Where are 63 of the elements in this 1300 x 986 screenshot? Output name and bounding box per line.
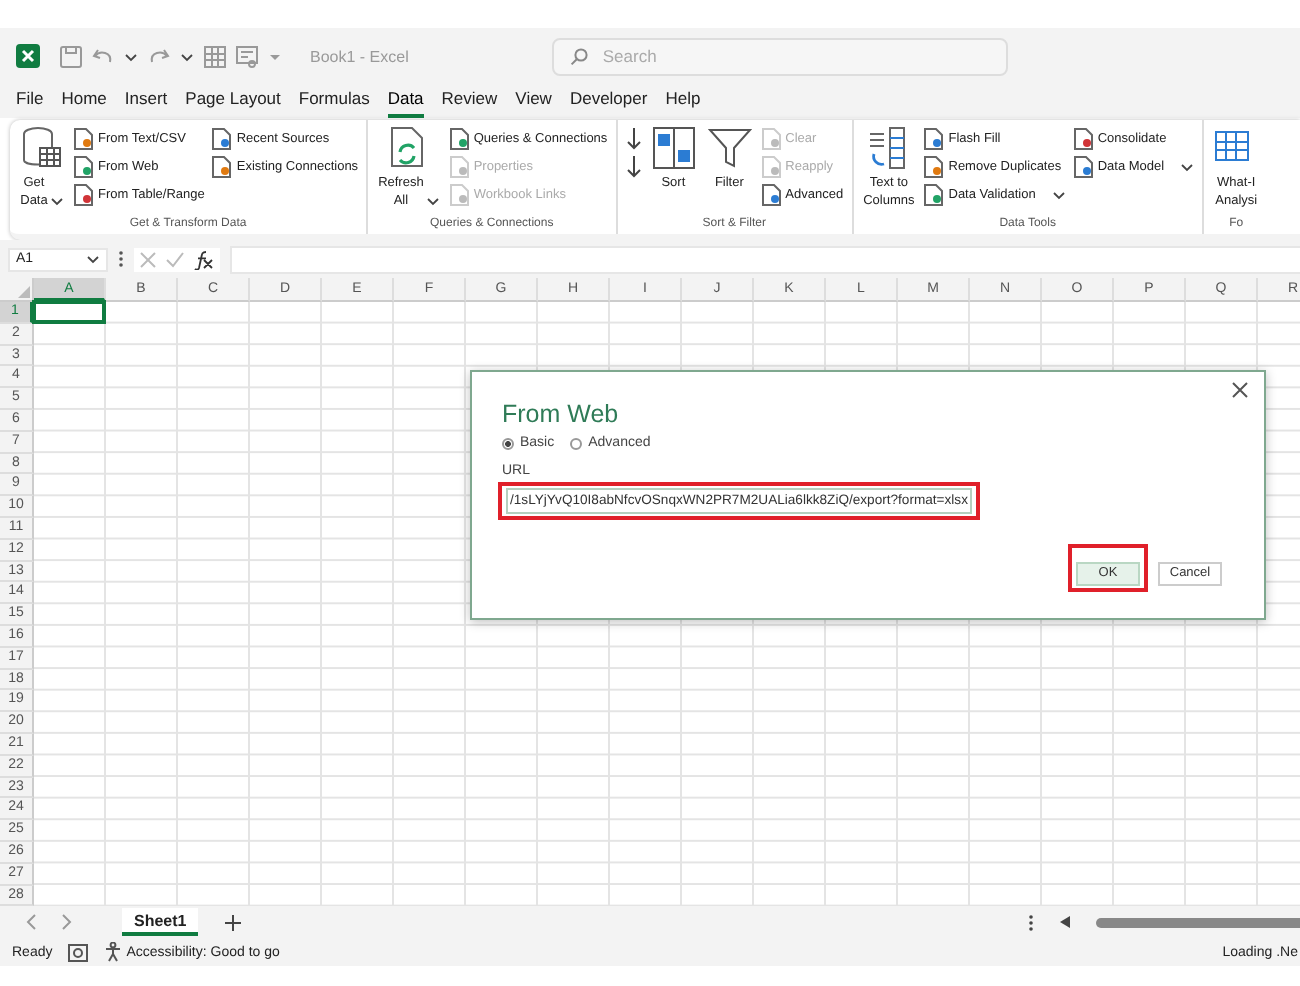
scrollbar-thumb[interactable] xyxy=(1096,917,1300,928)
document-icon xyxy=(449,127,470,149)
dots-icon[interactable] xyxy=(118,250,124,268)
macro-record-icon[interactable] xyxy=(68,943,89,962)
form-icon[interactable] xyxy=(236,45,258,67)
scroll-left-icon[interactable] xyxy=(1060,916,1070,929)
caret-icon xyxy=(180,51,194,61)
caret-icon xyxy=(86,254,100,264)
redo-icon[interactable] xyxy=(148,45,170,67)
document-icon xyxy=(212,127,233,149)
document-icon xyxy=(449,183,470,205)
accessibility-icon[interactable] xyxy=(104,942,123,963)
selected-cell[interactable] xyxy=(32,300,106,324)
document-icon xyxy=(212,155,233,177)
search-icon xyxy=(570,47,589,65)
document-icon xyxy=(74,127,94,149)
formula-input[interactable] xyxy=(230,245,1300,273)
document-icon xyxy=(1073,127,1094,149)
dots-icon[interactable] xyxy=(1028,913,1034,932)
down-arrow-icon[interactable] xyxy=(625,127,642,149)
menu-tab[interactable]: Developer xyxy=(569,88,648,118)
document-icon xyxy=(1073,155,1094,177)
document-icon xyxy=(761,183,782,205)
document-icon xyxy=(449,155,470,177)
caret-icon xyxy=(124,51,138,61)
spreadsheet-logo-icon xyxy=(16,44,40,68)
document-icon xyxy=(74,183,94,205)
close-icon[interactable] xyxy=(1232,382,1248,398)
chevron-left-icon[interactable] xyxy=(26,914,36,931)
menu-tab[interactable]: Help xyxy=(665,88,701,118)
check-icon[interactable] xyxy=(166,251,184,267)
plus-icon[interactable] xyxy=(224,913,243,932)
menu-tab[interactable]: File xyxy=(16,88,44,118)
menu-tab[interactable]: Page Layout xyxy=(185,88,281,118)
caret-icon[interactable] xyxy=(268,51,282,61)
database-icon xyxy=(20,126,64,170)
function-icon[interactable] xyxy=(194,249,214,269)
window-title: Book1 - Excel xyxy=(310,47,409,65)
menu-tab[interactable]: Insert xyxy=(124,88,168,118)
sheet-tab[interactable]: Sheet1 xyxy=(122,908,199,937)
down-arrow-icon[interactable] xyxy=(625,155,642,177)
save-icon[interactable] xyxy=(60,45,82,67)
select-all-corner[interactable] xyxy=(0,278,34,302)
search-field[interactable]: Search xyxy=(552,37,1009,75)
menu-tab[interactable]: View xyxy=(515,88,552,118)
document-icon xyxy=(924,183,945,205)
sort-icon xyxy=(651,126,696,170)
document-icon xyxy=(74,155,94,177)
cancel-icon[interactable] xyxy=(140,251,156,267)
grid-icon[interactable] xyxy=(204,45,226,67)
document-icon xyxy=(761,155,782,177)
undo-icon[interactable] xyxy=(92,45,114,67)
columns-icon xyxy=(866,126,911,170)
document-icon xyxy=(924,127,945,149)
dialog-title: From Web xyxy=(502,400,621,428)
triangle-icon xyxy=(18,286,30,298)
menu-tab[interactable]: Review xyxy=(441,88,498,118)
chevron-right-icon[interactable] xyxy=(62,914,72,931)
document-icon xyxy=(761,127,782,149)
document-icon xyxy=(924,155,945,177)
funnel-icon xyxy=(707,126,752,170)
menu-tab[interactable]: Formulas xyxy=(298,88,370,118)
menu-tab[interactable]: Home xyxy=(61,88,107,118)
